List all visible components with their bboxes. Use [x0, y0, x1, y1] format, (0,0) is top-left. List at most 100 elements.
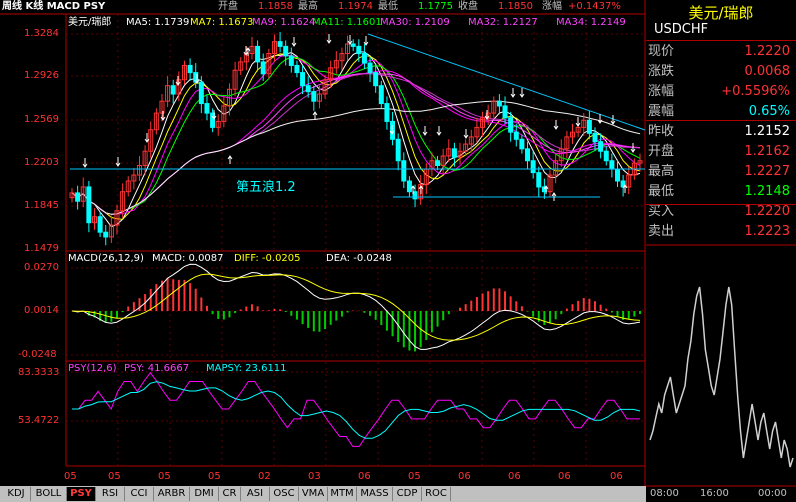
- tab-dmi[interactable]: DMI: [190, 487, 219, 501]
- candle: [345, 35, 351, 61]
- candle: [373, 64, 379, 93]
- ma-line-5: [71, 51, 641, 228]
- candle: [474, 117, 480, 143]
- candle: [530, 151, 536, 179]
- psy-params: PSY(12,6): [68, 363, 117, 374]
- candle: [271, 34, 277, 62]
- tab-cdp[interactable]: CDP: [393, 487, 422, 501]
- x-tick: 06: [358, 471, 371, 482]
- tab-kdj[interactable]: KDJ: [2, 487, 31, 501]
- psy-tick-1: 83.3333: [18, 367, 60, 378]
- tab-boll[interactable]: BOLL: [31, 487, 67, 501]
- quote-symbol-title: 美元/瑞郎: [688, 4, 754, 22]
- tab-roc[interactable]: ROC: [422, 487, 451, 501]
- quote-label: 涨跌: [648, 64, 675, 79]
- candle: [80, 177, 86, 208]
- quote-value: +0.5596%: [721, 84, 790, 99]
- quote-panel: 美元/瑞郎 USDCHF 现价 1.2220 涨跌 0.0068 涨幅 +0.5596% 震…: [646, 0, 796, 245]
- candle: [457, 142, 463, 165]
- candle: [215, 114, 221, 136]
- x-tick: 02: [258, 471, 271, 482]
- open-value: 1.1858: [258, 1, 293, 12]
- candle: [103, 225, 109, 246]
- tab-rsi[interactable]: RSI: [96, 487, 125, 501]
- quote-row: 现价 1.2220: [646, 41, 796, 62]
- change-label: 涨幅: [542, 1, 562, 12]
- candle: [108, 215, 114, 243]
- x-tick: 06: [558, 471, 571, 482]
- quote-value: 1.2162: [744, 144, 791, 159]
- tab-cr[interactable]: CR: [219, 487, 241, 501]
- quote-label: 涨幅: [648, 84, 675, 99]
- candle: [435, 155, 441, 171]
- candle: [226, 83, 232, 116]
- close-label: 收盘: [458, 1, 478, 12]
- candle: [451, 142, 457, 167]
- psy-value: PSY: 41.6667: [124, 363, 190, 374]
- change-value: +0.1437%: [568, 1, 621, 12]
- tab-mass[interactable]: MASS: [357, 487, 393, 501]
- candle: [361, 44, 367, 70]
- arrow-down: [422, 126, 428, 136]
- candle: [91, 208, 97, 230]
- candle: [125, 176, 131, 197]
- ma5-label: MA5: 1.1739: [126, 17, 190, 28]
- mapsy-line: [72, 381, 641, 439]
- candle: [390, 111, 396, 146]
- tab-vma[interactable]: VMA: [299, 487, 328, 501]
- candle: [423, 163, 429, 195]
- psy-lines: [72, 371, 641, 447]
- diff-value: DIFF: -0.0205: [234, 253, 301, 264]
- low-label: 最低: [378, 1, 398, 12]
- ma34-label: MA34: 1.2149: [556, 17, 626, 28]
- grid-lines: [66, 14, 645, 466]
- price-tick-5: 1.1845: [24, 200, 59, 211]
- arrow-down: [326, 34, 332, 44]
- candle: [97, 211, 103, 237]
- ma9-label: MA9: 1.1624: [252, 17, 316, 28]
- candle: [311, 85, 317, 111]
- quote-row: 开盘 1.2162: [646, 141, 796, 162]
- candle: [136, 155, 142, 181]
- quote-separator: [646, 40, 796, 41]
- price-tick-1: 1.3284: [24, 28, 59, 39]
- arrow-down: [463, 129, 469, 139]
- candle: [232, 61, 238, 97]
- psy-tick-2: 53.4722: [18, 415, 60, 426]
- arrow-down: [553, 120, 559, 130]
- time-tick-1: 08:00: [650, 488, 679, 499]
- macd-value: MACD: 0.0087: [152, 253, 224, 264]
- ma32-label: MA32: 1.2127: [468, 17, 538, 28]
- dea-value: DEA: -0.0248: [326, 253, 392, 264]
- tab-mtm[interactable]: MTM: [328, 487, 357, 501]
- high-label: 最高: [298, 1, 318, 12]
- candle: [378, 80, 384, 109]
- x-tick: 06: [458, 471, 471, 482]
- candle: [266, 48, 272, 79]
- tab-asi[interactable]: ASI: [241, 487, 270, 501]
- candle: [86, 180, 92, 233]
- tab-arbr[interactable]: ARBR: [154, 487, 190, 501]
- tab-cci[interactable]: CCI: [125, 487, 154, 501]
- quote-value: 1.2148: [744, 184, 791, 199]
- close-value: 1.1850: [498, 1, 533, 12]
- ma-lines: [71, 51, 641, 228]
- tab-psy[interactable]: PSY: [67, 487, 96, 501]
- quote-separator: [646, 120, 796, 121]
- candle: [288, 47, 294, 73]
- quote-symbol-code: USDCHF: [654, 22, 709, 37]
- x-tick: 06: [610, 471, 623, 482]
- ma-line-9: [71, 54, 641, 215]
- arrow-down: [519, 88, 525, 98]
- quote-label: 最低: [648, 184, 675, 199]
- candle: [356, 39, 362, 62]
- candle: [277, 32, 283, 53]
- candle: [249, 36, 255, 60]
- quote-value: 1.2223: [744, 224, 791, 239]
- ma7-label: MA7: 1.1673: [190, 17, 254, 28]
- quote-value: 1.2220: [744, 44, 791, 59]
- mini-price-line: [649, 286, 794, 468]
- candle: [187, 58, 193, 81]
- tab-osc[interactable]: OSC: [270, 487, 299, 501]
- candle: [148, 121, 154, 159]
